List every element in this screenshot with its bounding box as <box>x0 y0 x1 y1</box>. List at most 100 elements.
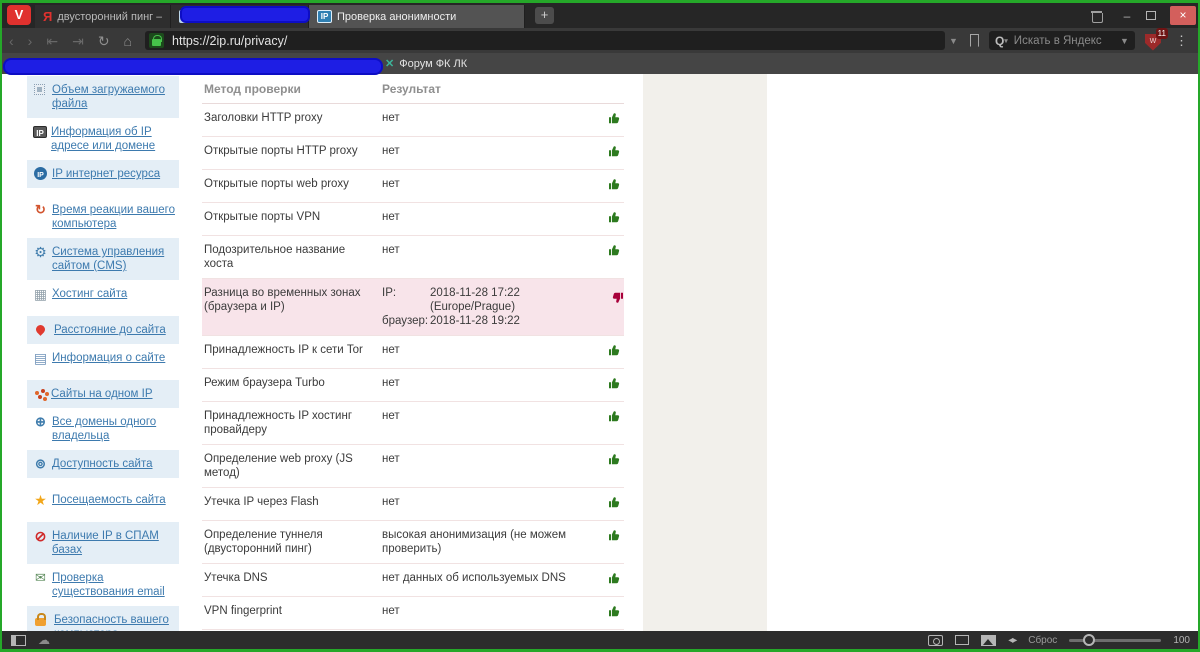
sidebar-item[interactable]: Расстояние до сайта <box>27 316 179 344</box>
adblock-shield-icon[interactable]: 11 <box>1144 27 1168 51</box>
zoom-value: 100 <box>1173 634 1190 646</box>
result-cell: нет <box>382 211 400 223</box>
table-row: Определение туннеля (двусторонний пинг) в… <box>202 521 624 564</box>
sidebar-item[interactable]: Все домены одного владельца <box>27 408 179 450</box>
search-dropdown-icon[interactable]: ▼ <box>1120 36 1129 46</box>
sidebar-item-label[interactable]: Информация об IP адресе или домене <box>51 125 175 153</box>
sidebar-item-label[interactable]: Хостинг сайта <box>52 287 127 301</box>
sidebar-item[interactable]: IP интернет ресурса <box>27 160 179 188</box>
sidebar-item[interactable]: Сайты на одном IP <box>27 380 179 408</box>
result-cell: нет <box>382 244 400 256</box>
method-cell: Открытые порты web proxy <box>204 178 349 190</box>
sidebar-item[interactable]: Хостинг сайта <box>27 280 179 308</box>
minimize-button[interactable]: – <box>1118 7 1136 25</box>
tiling-icon[interactable] <box>955 635 970 645</box>
censor-blob <box>3 58 383 75</box>
table-row: VPN fingerprint нет <box>202 597 624 630</box>
search-field[interactable]: Q Искать в Яндекс ▼ <box>988 31 1135 50</box>
close-button[interactable]: × <box>1170 6 1196 25</box>
sidebar-item-label[interactable]: Доступность сайта <box>52 457 153 471</box>
sidebar-item-label[interactable]: Наличие IP в СПАМ базах <box>52 529 175 557</box>
sidebar-item[interactable]: Проверка существования email <box>27 564 179 606</box>
ssl-lock-icon[interactable] <box>149 33 165 48</box>
sidebar-item[interactable]: Система управления сайтом (CMS) <box>27 238 179 280</box>
method-cell: Принадлежность IP хостинг провайдеру <box>204 410 353 436</box>
sidebar-item[interactable]: Доступность сайта <box>27 450 179 478</box>
sidebar: Объем загружаемого файла Информация об IP… <box>27 76 179 631</box>
thumbs-up-icon <box>608 178 624 195</box>
images-toggle-icon[interactable] <box>981 634 997 646</box>
back-icon[interactable]: ‹ <box>2 30 21 52</box>
sidebar-item-label[interactable]: Расстояние до сайта <box>54 323 166 337</box>
sidebar-item-label[interactable]: Система управления сайтом (CMS) <box>52 245 175 273</box>
restore-button[interactable] <box>1146 8 1159 20</box>
address-bar[interactable]: https://2ip.ru/privacy/ <box>145 31 946 50</box>
cloud-icon[interactable]: ☁ <box>38 633 50 647</box>
method-cell: Определение туннеля (двусторонний пинг) <box>204 529 323 555</box>
url-text[interactable]: https://2ip.ru/privacy/ <box>172 34 941 48</box>
capture-icon[interactable] <box>928 634 944 646</box>
sidebar-item-label[interactable]: Посещаемость сайта <box>52 493 166 507</box>
sidebar-item[interactable]: Объем загружаемого файла <box>27 76 179 118</box>
file-volume-icon <box>34 84 45 95</box>
method-cell: Режим браузера Turbo <box>204 377 325 389</box>
sidebar-item-label[interactable]: Информация о сайте <box>52 351 165 365</box>
tab-anonymity-check[interactable]: IP Проверка анонимности <box>309 5 525 28</box>
table-row: Определение web proxy (JS метод) нет <box>202 445 624 488</box>
sidebar-item-label[interactable]: Все домены одного владельца <box>52 415 175 443</box>
search-placeholder[interactable]: Искать в Яндекс <box>1014 35 1120 47</box>
rewind-icon[interactable]: ⇤ <box>39 30 65 52</box>
sidebar-item-label[interactable]: IP интернет ресурса <box>52 167 160 181</box>
sidebar-item-label[interactable]: Сайты на одном IP <box>51 387 153 401</box>
thumbs-up-icon <box>608 410 624 427</box>
new-tab-button[interactable]: + <box>535 7 554 24</box>
result-cell: нет <box>382 410 400 422</box>
table-row: Принадлежность IP к сети Tor нет <box>202 336 624 369</box>
bookmark-label: Форум ФК ЛК <box>399 57 468 70</box>
table-row: Режим браузера Turbo нет <box>202 369 624 402</box>
sidebar-item[interactable]: Время реакции вашего компьютера <box>27 196 179 238</box>
sidebar-item[interactable]: Безопасность вашего компьютера <box>27 606 179 631</box>
search-engine-icon[interactable]: Q <box>995 34 1008 48</box>
sidebar-item[interactable]: Посещаемость сайта <box>27 486 179 514</box>
table-row: Утечка IP через Flash нет <box>202 488 624 521</box>
thumbs-up-icon <box>608 453 624 470</box>
sidebar-item-label[interactable]: Время реакции вашего компьютера <box>52 203 175 231</box>
result-line: IP: 2018-11-28 17:22 (Europe/Prague) <box>382 286 602 314</box>
zoom-reset-label[interactable]: Сброс <box>1028 635 1057 646</box>
address-dropdown-icon[interactable]: ▼ <box>945 36 962 46</box>
home-icon[interactable]: ⌂ <box>117 30 139 52</box>
sidebar-item[interactable]: Информация о сайте <box>27 344 179 372</box>
method-cell: Разница во временных зонах (браузера и I… <box>204 287 361 313</box>
lock-icon <box>35 613 46 626</box>
panel-toggle-icon[interactable] <box>11 634 26 646</box>
table-row: Подозрительное название хоста нет <box>202 236 624 279</box>
sidebar-item-label[interactable]: Проверка существования email <box>52 571 175 599</box>
bookmark-icon[interactable] <box>969 34 979 47</box>
sidebar-item-label[interactable]: Объем загружаемого файла <box>52 83 175 111</box>
censor-blob <box>180 6 310 23</box>
tab-title: Проверка анонимности <box>337 10 457 23</box>
thumbs-up-icon <box>608 344 624 361</box>
forward-icon[interactable]: › <box>21 30 40 52</box>
overflow-menu-icon[interactable]: ⋮ <box>1175 33 1188 49</box>
sidebar-item[interactable]: Информация об IP адресе или домене <box>27 118 179 160</box>
tab-ping[interactable]: Я двусторонний пинг — Янд <box>35 5 171 28</box>
table-row: Утечка DNS нет данных об используемых DNS <box>202 564 624 597</box>
vivaldi-menu-button[interactable]: V <box>7 5 31 25</box>
yandex-icon: Я <box>43 9 53 24</box>
sidebar-item[interactable]: Наличие IP в СПАМ базах <box>27 522 179 564</box>
trash-icon[interactable] <box>1091 10 1103 23</box>
table-row: Разница во временных зонах (браузера и I… <box>202 279 624 336</box>
reload-icon[interactable]: ↻ <box>91 30 117 52</box>
fast-forward-icon[interactable]: ⇥ <box>65 30 91 52</box>
thumbs-up-icon <box>608 572 624 589</box>
sidebar-item-label[interactable]: Безопасность вашего компьютера <box>54 613 175 631</box>
page-actions-icon[interactable]: ◂▸ <box>1008 635 1017 646</box>
result-key: браузер: <box>382 315 429 327</box>
refresh-icon <box>33 203 48 217</box>
zoom-slider-handle[interactable] <box>1083 633 1096 646</box>
zoom-slider[interactable] <box>1069 633 1162 646</box>
result-cell: нет <box>382 453 400 465</box>
bookmark-item-forum[interactable]: ✕ Форум ФК ЛК <box>385 53 467 74</box>
